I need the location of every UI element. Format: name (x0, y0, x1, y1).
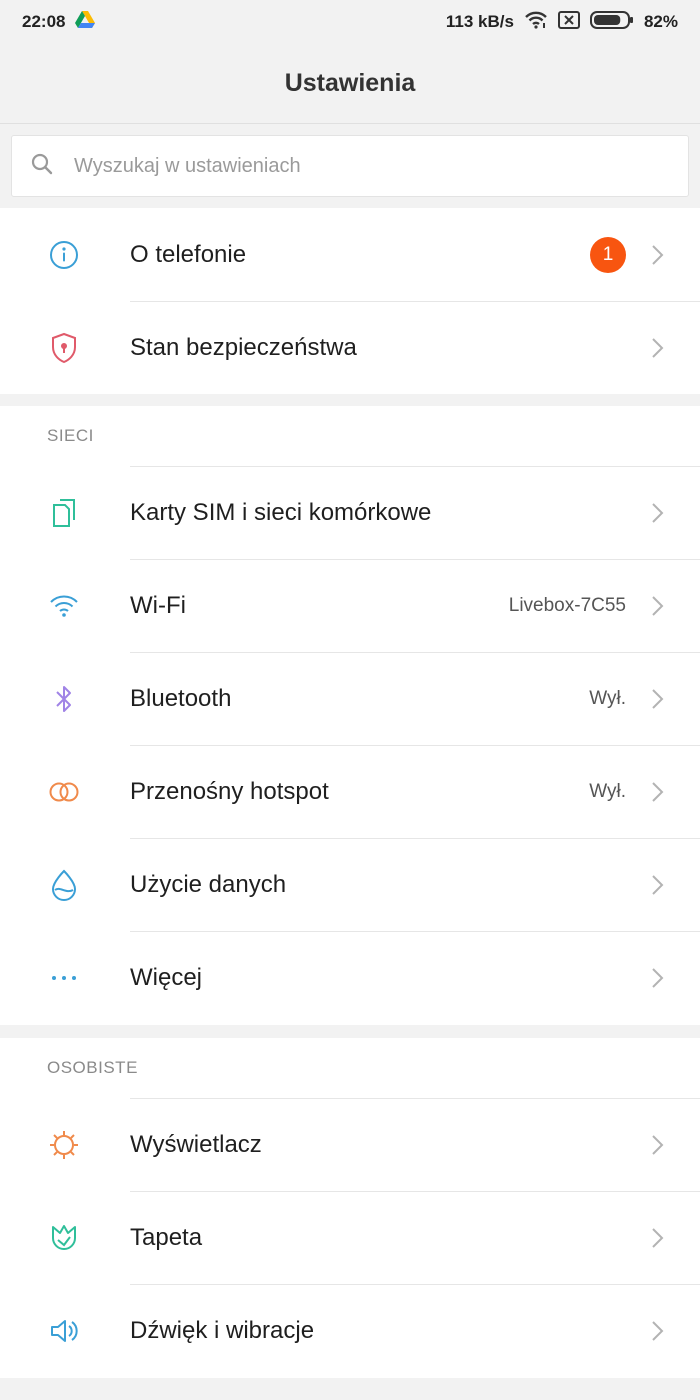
chevron-right-icon (650, 966, 666, 990)
chevron-right-icon (650, 687, 666, 711)
item-label: O telefonie (130, 240, 247, 268)
chevron-right-icon (650, 594, 666, 618)
item-label: Wyświetlacz (130, 1130, 262, 1158)
item-label: Dźwięk i wibracje (130, 1316, 315, 1344)
settings-item-wifi[interactable]: Wi-Fi Livebox-7C55 (0, 559, 700, 652)
item-value: Livebox-7C55 (508, 594, 626, 616)
speaker-icon (47, 1314, 81, 1348)
item-label: Stan bezpieczeństwa (130, 333, 357, 361)
status-bar: 22:08 113 kB/s 82% (0, 0, 700, 44)
item-label: Tapeta (130, 1223, 203, 1251)
no-sim-icon (557, 10, 580, 34)
item-value: Wył. (589, 687, 626, 709)
battery-icon (589, 10, 634, 35)
sun-icon (47, 1128, 81, 1162)
page-title: Ustawienia (0, 44, 700, 124)
tulip-icon (47, 1221, 81, 1255)
top-group: O telefonie 1 Stan bezpieczeństwa (0, 208, 700, 394)
battery-percent: 82% (643, 12, 678, 31)
settings-item-security-status[interactable]: Stan bezpieczeństwa (0, 301, 700, 394)
settings-item-more[interactable]: Więcej (0, 931, 700, 1024)
settings-item-display[interactable]: Wyświetlacz (0, 1098, 700, 1191)
settings-item-sound[interactable]: Dźwięk i wibracje (0, 1284, 700, 1377)
search-input[interactable] (74, 154, 634, 178)
status-time: 22:08 (22, 12, 66, 31)
chevron-right-icon (650, 501, 666, 525)
settings-item-bluetooth[interactable]: Bluetooth Wył. (0, 652, 700, 745)
settings-item-wallpaper[interactable]: Tapeta (0, 1191, 700, 1284)
chevron-right-icon (650, 1226, 666, 1250)
item-label: Karty SIM i sieci komórkowe (130, 498, 432, 526)
network-speed: 113 kB/s (445, 12, 514, 31)
item-label: Więcej (130, 963, 203, 991)
info-icon (47, 238, 81, 272)
search-box[interactable] (11, 135, 689, 197)
notification-badge: 1 (590, 236, 626, 273)
bluetooth-icon (47, 682, 81, 716)
item-label: Bluetooth (130, 684, 232, 712)
wifi-status-icon (524, 11, 548, 34)
settings-item-hotspot[interactable]: Przenośny hotspot Wył. (0, 745, 700, 838)
section-header-networks: SIECI (47, 426, 94, 445)
item-label: Wi-Fi (130, 591, 186, 619)
chevron-right-icon (650, 873, 666, 897)
item-value: Wył. (589, 780, 626, 802)
data-drop-icon (47, 868, 81, 902)
chevron-right-icon (650, 243, 666, 267)
chevron-right-icon (650, 336, 666, 360)
settings-item-sim-cards[interactable]: Karty SIM i sieci komórkowe (0, 466, 700, 559)
section-header-personal: OSOBISTE (47, 1058, 138, 1077)
personal-section: OSOBISTE Wyświetlacz Tapeta Dźwięk i wib… (0, 1038, 700, 1378)
networks-section: SIECI Karty SIM i sieci komórkowe Wi-Fi … (0, 406, 700, 1025)
chevron-right-icon (650, 780, 666, 804)
settings-item-data-usage[interactable]: Użycie danych (0, 838, 700, 931)
chevron-right-icon (650, 1133, 666, 1157)
more-dots-icon (47, 961, 81, 995)
wifi-icon (47, 589, 81, 623)
search-icon (30, 152, 54, 181)
shield-icon (47, 331, 81, 365)
settings-item-about-phone[interactable]: O telefonie 1 (0, 208, 700, 301)
search-container (0, 124, 700, 208)
item-label: Przenośny hotspot (130, 777, 329, 805)
item-label: Użycie danych (130, 870, 287, 898)
chevron-right-icon (650, 1319, 666, 1343)
drive-icon (75, 10, 96, 34)
hotspot-icon (47, 775, 81, 809)
sim-icon (47, 496, 81, 530)
